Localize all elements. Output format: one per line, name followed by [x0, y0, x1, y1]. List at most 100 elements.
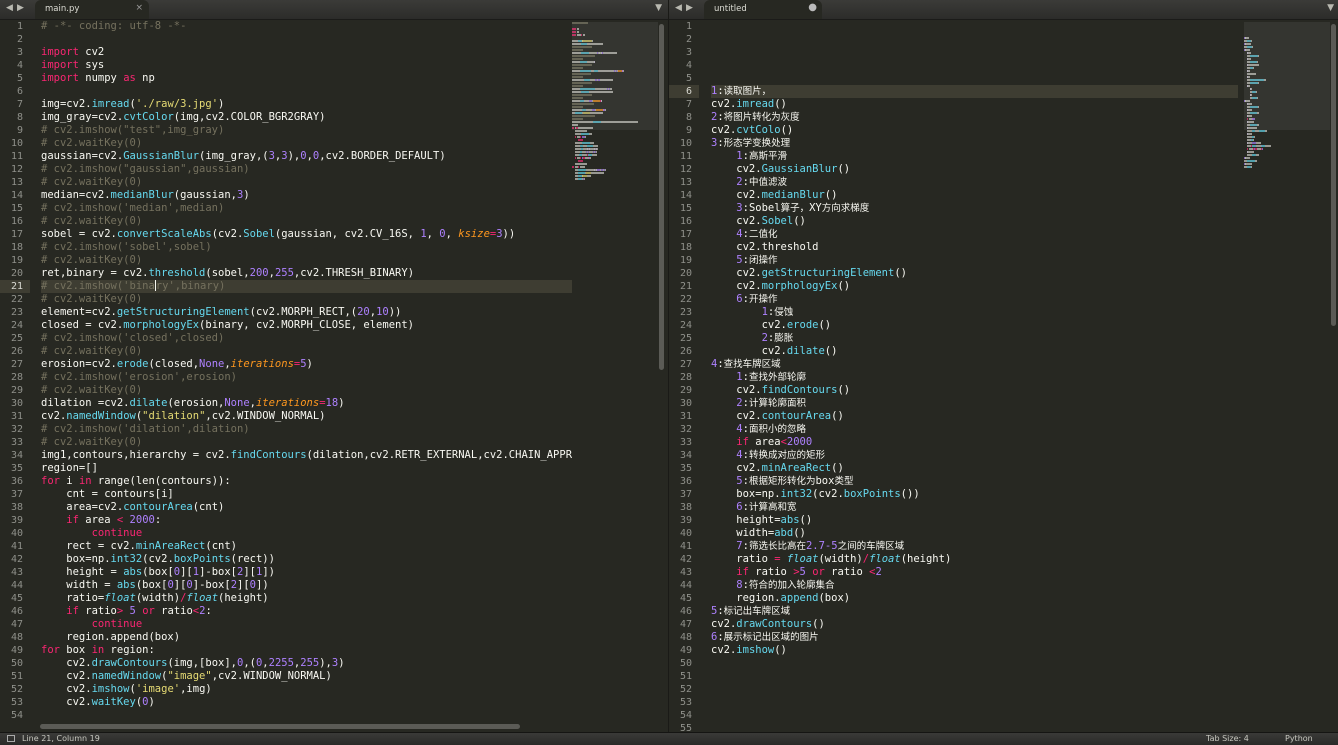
code-line[interactable]: closed = cv2.morphologyEx(binary, cv2.MO… — [41, 319, 572, 332]
tab-prev-icon[interactable]: ◀ — [675, 3, 682, 13]
code-line[interactable]: height = abs(box[0][1]-box[2][1]) — [41, 566, 572, 579]
code-line[interactable]: # cv2.waitKey(0) — [41, 137, 572, 150]
code-line[interactable]: cv2.namedWindow("dilation",cv2.WINDOW_NO… — [41, 410, 572, 423]
code-line[interactable]: cnt = contours[i] — [41, 488, 572, 501]
code-line[interactable]: 1:查找外部轮廓 — [711, 371, 1238, 384]
code-line[interactable]: # -*- coding: utf-8 -*- — [41, 20, 572, 33]
code-line[interactable]: 5:标记出车牌区域 — [711, 605, 1238, 618]
tab-size-selector[interactable]: Tab Size: 4 — [1206, 733, 1249, 745]
code-line[interactable] — [41, 33, 572, 46]
minimap-viewport[interactable] — [572, 22, 658, 130]
code-line[interactable]: # cv2.waitKey(0) — [41, 176, 572, 189]
code-line[interactable]: ret,binary = cv2.threshold(sobel,200,255… — [41, 267, 572, 280]
code-line[interactable]: dilation =cv2.dilate(erosion,None,iterat… — [41, 397, 572, 410]
minimap-viewport[interactable] — [1244, 22, 1330, 130]
syntax-selector[interactable]: Python — [1285, 733, 1313, 745]
code-line[interactable]: median=cv2.medianBlur(gaussian,3) — [41, 189, 572, 202]
code-line[interactable]: continue — [41, 527, 572, 540]
code-line[interactable]: import cv2 — [41, 46, 572, 59]
code-line[interactable]: 1:读取图片， — [711, 85, 1238, 98]
code-line[interactable]: # cv2.waitKey(0) — [41, 384, 572, 397]
code-line[interactable]: if ratio >5 or ratio <2 — [711, 566, 1238, 579]
code-area[interactable]: # -*- coding: utf-8 -*- import cv2 import … — [41, 20, 572, 732]
code-line[interactable]: # cv2.imshow('binary',binary) — [41, 280, 572, 293]
code-line[interactable]: for box in region: — [41, 644, 572, 657]
code-line[interactable]: # cv2.imshow("test",img_gray) — [41, 124, 572, 137]
code-line[interactable] — [711, 20, 1238, 33]
code-line[interactable]: import sys — [41, 59, 572, 72]
vertical-scrollbar[interactable] — [659, 24, 664, 370]
code-area[interactable]: 1:读取图片， cv2.imread() 2:将图片转化为灰度 cv2.cvtColo… — [711, 20, 1238, 732]
code-line[interactable]: 2:将图片转化为灰度 — [711, 111, 1238, 124]
code-line[interactable]: cv2.morphologyEx() — [711, 280, 1238, 293]
code-line[interactable]: 2:膨胀 — [711, 332, 1238, 345]
code-line[interactable]: cv2.namedWindow("image",cv2.WINDOW_NORMA… — [41, 670, 572, 683]
code-line[interactable]: cv2.threshold — [711, 241, 1238, 254]
code-line[interactable]: cv2.GaussianBlur() — [711, 163, 1238, 176]
close-icon[interactable]: × — [135, 3, 143, 13]
code-line[interactable]: 4:面积小的忽略 — [711, 423, 1238, 436]
code-line[interactable] — [711, 696, 1238, 709]
code-line[interactable]: if area < 2000: — [41, 514, 572, 527]
code-line[interactable]: # cv2.imshow('sobel',sobel) — [41, 241, 572, 254]
code-line[interactable]: element=cv2.getStructuringElement(cv2.MO… — [41, 306, 572, 319]
vertical-scrollbar[interactable] — [1331, 24, 1336, 326]
code-line[interactable]: box=np.int32(cv2.boxPoints()) — [711, 488, 1238, 501]
code-line[interactable]: box=np.int32(cv2.boxPoints(rect)) — [41, 553, 572, 566]
code-line[interactable]: # cv2.waitKey(0) — [41, 436, 572, 449]
right-editor-pane[interactable]: ◀ ▶ untitled ● ▼ 1 2 3 4 5 6 7 8 9 10 11 12 13 14 15 16… — [669, 0, 1338, 732]
code-line[interactable]: gaussian=cv2.GaussianBlur(img_gray,(3,3)… — [41, 150, 572, 163]
code-line[interactable]: 4:转换成对应的矩形 — [711, 449, 1238, 462]
code-line[interactable]: 6:计算高和宽 — [711, 501, 1238, 514]
unsaved-dot-icon[interactable]: ● — [808, 2, 817, 13]
code-line[interactable] — [711, 33, 1238, 46]
code-line[interactable]: rect = cv2.minAreaRect(cnt) — [41, 540, 572, 553]
code-line[interactable]: cv2.cvtColo() — [711, 124, 1238, 137]
code-line[interactable]: 6:开操作 — [711, 293, 1238, 306]
code-line[interactable]: area=cv2.contourArea(cnt) — [41, 501, 572, 514]
code-line[interactable] — [711, 722, 1238, 732]
code-line[interactable]: 2:计算轮廓面积 — [711, 397, 1238, 410]
left-editor-pane[interactable]: ◀ ▶ main.py × ▼ 1 2 3 4 5 6 7 8 9 10 11 12 13 14 15 16 1… — [0, 0, 669, 732]
code-line[interactable]: img=cv2.imread('./raw/3.jpg') — [41, 98, 572, 111]
code-line[interactable]: img_gray=cv2.cvtColor(img,cv2.COLOR_BGR2… — [41, 111, 572, 124]
code-line[interactable]: cv2.drawContours() — [711, 618, 1238, 631]
minimap[interactable] — [572, 22, 658, 722]
tab-menu-icon[interactable]: ▼ — [655, 3, 662, 13]
code-line[interactable] — [711, 670, 1238, 683]
code-line[interactable]: 5:闭操作 — [711, 254, 1238, 267]
left-editor[interactable]: 1 2 3 4 5 6 7 8 9 10 11 12 13 14 15 16 17 18 19 20 21 22 23 24 2… — [0, 20, 668, 732]
code-line[interactable]: ratio = float(width)/float(height) — [711, 553, 1238, 566]
code-line[interactable] — [711, 59, 1238, 72]
code-line[interactable]: width=abd() — [711, 527, 1238, 540]
code-line[interactable]: continue — [41, 618, 572, 631]
code-line[interactable]: cv2.drawContours(img,[box],0,(0,2255,255… — [41, 657, 572, 670]
code-line[interactable]: cv2.medianBlur() — [711, 189, 1238, 202]
code-line[interactable]: ratio=float(width)/float(height) — [41, 592, 572, 605]
code-line[interactable]: height=abs() — [711, 514, 1238, 527]
code-line[interactable]: 8:符合的加入轮廓集合 — [711, 579, 1238, 592]
minimap[interactable] — [1244, 22, 1330, 722]
code-line[interactable]: cv2.imread() — [711, 98, 1238, 111]
code-line[interactable]: # cv2.imshow("gaussian",gaussian) — [41, 163, 572, 176]
tab-main-py[interactable]: main.py × — [35, 0, 149, 19]
code-line[interactable] — [711, 683, 1238, 696]
code-line[interactable] — [711, 657, 1238, 670]
code-line[interactable]: # cv2.imshow('closed',closed) — [41, 332, 572, 345]
horizontal-scrollbar[interactable] — [40, 724, 520, 729]
code-line[interactable]: cv2.imshow() — [711, 644, 1238, 657]
code-line[interactable]: import numpy as np — [41, 72, 572, 85]
code-line[interactable] — [41, 85, 572, 98]
code-line[interactable]: if ratio> 5 or ratio<2: — [41, 605, 572, 618]
code-line[interactable]: # cv2.imshow('erosion',erosion) — [41, 371, 572, 384]
code-line[interactable] — [711, 72, 1238, 85]
code-line[interactable]: cv2.waitKey(0) — [41, 696, 572, 709]
code-line[interactable]: cv2.contourArea() — [711, 410, 1238, 423]
code-line[interactable]: 3:形态学变换处理 — [711, 137, 1238, 150]
code-line[interactable] — [711, 709, 1238, 722]
code-line[interactable]: # cv2.imshow('median',median) — [41, 202, 572, 215]
code-line[interactable]: sobel = cv2.convertScaleAbs(cv2.Sobel(ga… — [41, 228, 572, 241]
code-line[interactable]: cv2.getStructuringElement() — [711, 267, 1238, 280]
code-line[interactable]: cv2.minAreaRect() — [711, 462, 1238, 475]
code-line[interactable]: # cv2.waitKey(0) — [41, 293, 572, 306]
